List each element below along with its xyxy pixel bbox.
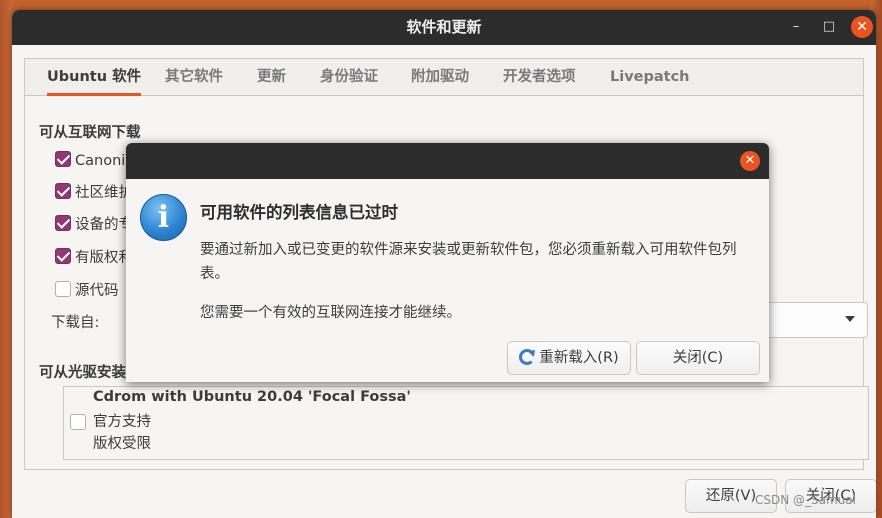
outdated-info-dialog: ✕ i 可用软件的列表信息已过时 要通过新加入或已变更的软件源来安装或更新软件包… — [126, 143, 769, 382]
tab-ubuntu-software[interactable]: Ubuntu 软件 — [47, 59, 142, 96]
dialog-secondary-message: 您需要一个有效的互联网连接才能继续。 — [200, 305, 461, 321]
tab-developer-options[interactable]: 开发者选项 — [503, 59, 576, 96]
cdrom-section-title: 可从光驱安装 — [39, 365, 126, 381]
cdrom-checkbox[interactable] — [70, 414, 86, 430]
download-section-title: 可从互联网下载 — [39, 125, 141, 141]
cdrom-list: Cdrom with Ubuntu 20.04 'Focal Fossa' 官方… — [63, 386, 869, 460]
checkbox-label: 社区维护 — [75, 185, 133, 201]
checkbox-label: Canonic — [75, 153, 134, 169]
reload-button-label: 重新载入(R) — [539, 350, 619, 366]
checkbox-label: 源代码 — [75, 283, 119, 299]
chevron-down-icon — [845, 316, 855, 322]
tab-livepatch[interactable]: Livepatch — [610, 59, 690, 96]
cdrom-line-official: 官方支持 — [93, 414, 151, 430]
checkbox-checked-icon[interactable] — [55, 215, 71, 231]
checkbox-restricted[interactable]: 有版权和 — [55, 248, 133, 270]
cdrom-name: Cdrom with Ubuntu 20.04 'Focal Fossa' — [93, 389, 411, 405]
tab-updates[interactable]: 更新 — [257, 59, 286, 96]
checkbox-source-code[interactable]: 源代码 — [55, 281, 119, 303]
tab-authentication[interactable]: 身份验证 — [320, 59, 378, 96]
checkbox-unchecked-icon[interactable] — [55, 281, 71, 297]
minimize-icon[interactable]: – — [785, 16, 807, 38]
dialog-message: 要通过新加入或已变更的软件源来安装或更新软件包，您必须重新载入可用软件包列表。 — [200, 242, 737, 282]
download-from-label: 下载自: — [51, 315, 100, 331]
dialog-close-button[interactable]: 关闭(C) — [636, 341, 760, 375]
checkbox-checked-icon[interactable] — [55, 248, 71, 264]
desktop-wallpaper-left — [0, 0, 12, 518]
reload-icon — [519, 349, 536, 365]
dialog-titlebar[interactable]: ✕ — [126, 143, 769, 179]
checkbox-checked-icon[interactable] — [55, 183, 71, 199]
checkbox-checked-icon[interactable] — [55, 151, 71, 167]
tab-additional-drivers[interactable]: 附加驱动 — [411, 59, 469, 96]
info-icon: i — [140, 194, 187, 241]
dialog-heading: 可用软件的列表信息已过时 — [200, 203, 398, 222]
dialog-close-icon[interactable]: ✕ — [740, 151, 760, 171]
checkbox-canonical[interactable]: Canonic — [55, 151, 133, 173]
window-close-icon[interactable]: ✕ — [851, 16, 873, 38]
checkbox-community[interactable]: 社区维护 — [55, 183, 133, 205]
tab-other-software[interactable]: 其它软件 — [165, 59, 223, 96]
checkbox-label: 有版权和 — [75, 250, 133, 266]
checkbox-label: 设备的专 — [75, 217, 133, 233]
reload-button[interactable]: 重新载入(R) — [507, 341, 631, 375]
watermark: CSDN @_Samual — [755, 493, 856, 507]
window-title: 软件和更新 — [406, 18, 482, 36]
maximize-icon[interactable]: □ — [818, 16, 840, 38]
tab-bar: Ubuntu 软件 其它软件 更新 身份验证 附加驱动 开发者选项 Livepa… — [25, 59, 863, 96]
cdrom-line-restricted: 版权受限 — [93, 436, 151, 452]
checkbox-proprietary-drivers[interactable]: 设备的专 — [55, 215, 133, 237]
window-titlebar[interactable]: 软件和更新 – □ ✕ — [12, 10, 876, 45]
